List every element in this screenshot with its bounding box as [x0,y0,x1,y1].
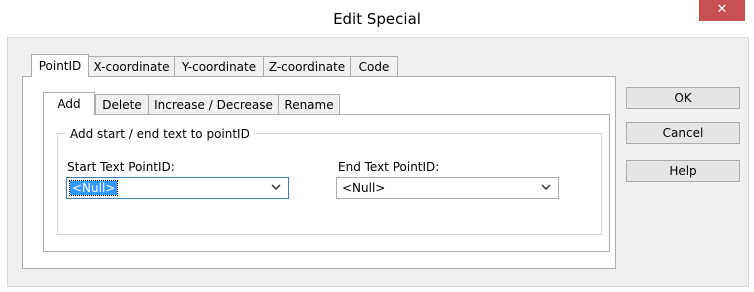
tab-delete[interactable]: Delete [95,94,149,114]
help-button[interactable]: Help [626,160,740,182]
chevron-down-icon [271,184,281,191]
ok-button[interactable]: OK [626,87,740,109]
close-button[interactable]: ✕ [699,0,745,21]
end-text-label: End Text PointID: [338,160,440,174]
start-text-value: <Null> [68,180,119,196]
tab-rename[interactable]: Rename [278,94,340,114]
window-title: Edit Special [333,10,421,28]
tab-increase-decrease[interactable]: Increase / Decrease [148,94,279,114]
tab-pointid[interactable]: PointID [31,54,89,77]
start-text-label: Start Text PointID: [67,160,175,174]
groupbox-legend: Add start / end text to pointID [66,127,254,141]
end-text-select[interactable]: <Null> [336,177,559,199]
tab-y-coordinate[interactable]: Y-coordinate [174,56,264,76]
tab-z-coordinate[interactable]: Z-coordinate [263,56,351,76]
start-text-select[interactable]: <Null> [66,177,289,199]
end-text-value: <Null> [342,181,386,195]
title-bar: Edit Special ✕ [0,0,754,37]
chevron-down-icon [541,184,551,191]
tab-code[interactable]: Code [350,56,398,76]
tab-add[interactable]: Add [43,92,95,115]
cancel-button[interactable]: Cancel [626,122,740,144]
tab-x-coordinate[interactable]: X-coordinate [88,56,175,76]
